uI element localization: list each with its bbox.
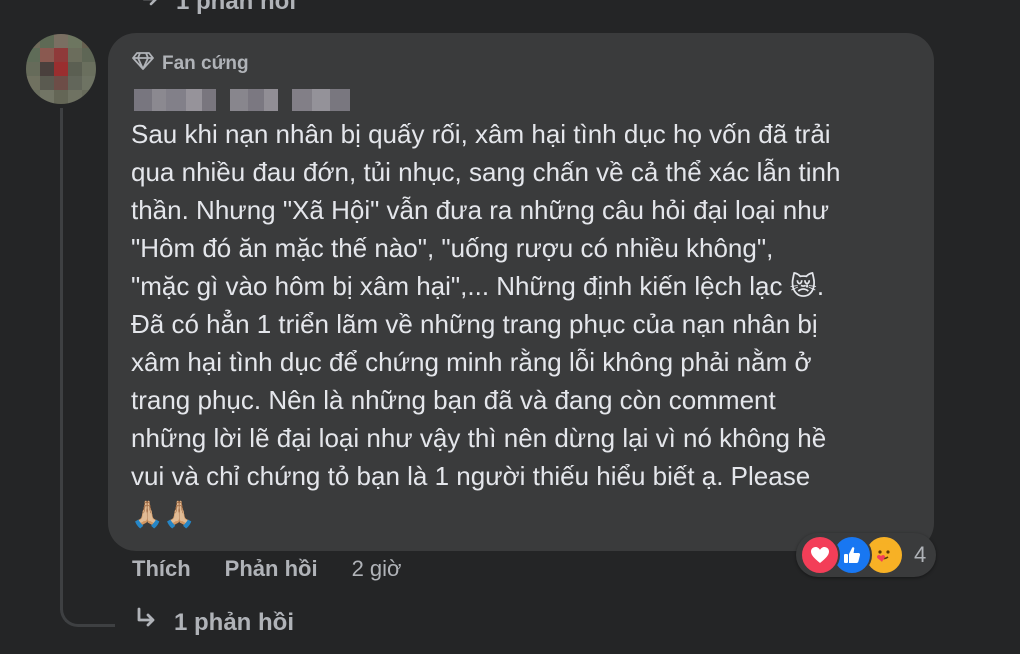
love-reaction-icon	[800, 535, 840, 575]
comment-line: thần. Nhưng "Xã Hội" vẫn đưa ra những câ…	[131, 195, 830, 225]
comment-line: vui và chỉ chứng tỏ bạn là 1 người thiếu…	[131, 461, 811, 491]
comment-line: Sau khi nạn nhân bị quấy rối, xâm hại tì…	[131, 119, 831, 149]
comment-bubble: Fan cứng Sau khi nạn nhân bị quấy rối, x…	[108, 33, 934, 551]
comment-line: Đã có hẳn 1 triển lãm về những trang phụ…	[131, 309, 818, 339]
reactions-summary[interactable]: 4	[796, 533, 937, 577]
reply-arrow-icon	[138, 0, 162, 17]
view-replies-link[interactable]: 1 phản hồi	[134, 606, 294, 639]
comment-text: Sau khi nạn nhân bị quấy rối, xâm hại tì…	[131, 115, 921, 533]
avatar[interactable]	[26, 34, 96, 104]
thread-line	[60, 108, 63, 610]
reply-button[interactable]: Phản hồi	[225, 556, 318, 582]
comment-line: "mặc gì vào hôm bị xâm hại",... Những đị…	[131, 271, 825, 301]
fan-badge[interactable]: Fan cứng	[132, 51, 249, 77]
comment-line: những lời lẽ đại loại như vậy thì nên dừ…	[131, 423, 827, 453]
comment-line: xâm hại tình dục để chứng minh rằng lỗi …	[131, 347, 812, 377]
commenter-name-redacted[interactable]	[134, 89, 350, 111]
like-button[interactable]: Thích	[132, 556, 191, 582]
diamond-icon	[132, 51, 154, 77]
previous-replies-link[interactable]: 1 phản hồi	[138, 0, 296, 17]
timestamp-link[interactable]: 2 giờ	[352, 556, 402, 582]
badge-label: Fan cứng	[162, 53, 249, 74]
comment-line: "Hôm đó ăn mặc thế nào", "uống rượu có n…	[131, 233, 774, 263]
comment-line: qua nhiều đau đớn, tủi nhục, sang chấn v…	[131, 157, 841, 187]
comment-line: trang phục. Nên là những bạn đã và đang …	[131, 385, 776, 415]
reaction-count: 4	[914, 542, 927, 567]
view-replies-label: 1 phản hồi	[174, 608, 294, 636]
comment-actions: Thích Phản hồi 2 giờ	[132, 556, 401, 582]
thread-line-curve	[60, 560, 115, 627]
previous-replies-label: 1 phản hồi	[176, 0, 296, 15]
reply-arrow-icon	[134, 606, 160, 639]
comment-line: 🙏🏼🙏🏼	[131, 499, 196, 529]
